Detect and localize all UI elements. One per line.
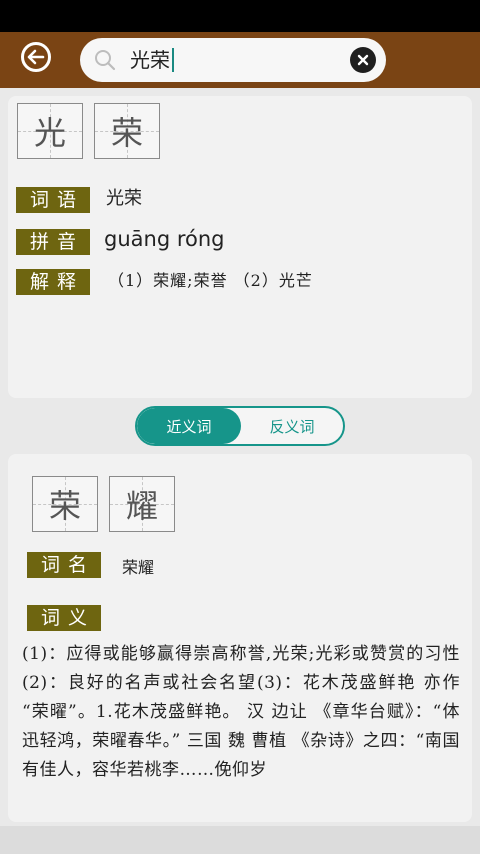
character: 荣	[110, 114, 143, 152]
character-box: 荣	[32, 476, 98, 532]
tab-antonym[interactable]: 反义词	[241, 408, 343, 444]
character-box: 光	[17, 103, 83, 159]
character-box: 荣	[94, 103, 160, 159]
status-bar	[0, 0, 480, 32]
back-button[interactable]	[21, 42, 51, 72]
character: 光	[33, 114, 66, 152]
ciyu-value: 光荣	[106, 188, 142, 209]
pinyin-label: 拼音	[16, 229, 90, 255]
character-box: 耀	[109, 476, 175, 532]
word-card: 光 荣 词语 光荣 拼音 guāng róng 解释 （1）荣耀;荣誉 （2）光…	[8, 96, 472, 398]
arrow-left-icon	[27, 49, 45, 65]
meaning-text: (1)：应得或能够赢得崇高称誉,光荣;光彩或赞赏的习性(2)：良好的名声或社会名…	[22, 644, 460, 780]
character: 荣	[48, 487, 81, 525]
character: 耀	[125, 487, 158, 525]
meaning-label: 词义	[27, 605, 101, 631]
clear-button[interactable]	[350, 47, 376, 73]
search-query[interactable]: 光荣	[130, 47, 174, 73]
jieshi-label: 解释	[16, 269, 90, 295]
search-input[interactable]: 光荣	[80, 38, 386, 82]
top-bar: 光荣	[0, 32, 480, 88]
close-icon	[357, 54, 369, 66]
bottom-bar	[0, 826, 480, 854]
synonym-antonym-toggle: 近义词 反义词	[135, 406, 345, 446]
search-query-text: 光荣	[130, 48, 170, 72]
tab-synonym[interactable]: 近义词	[137, 408, 241, 444]
name-value: 荣耀	[122, 558, 155, 577]
jieshi-value: （1）荣耀;荣誉 （2）光芒	[108, 271, 313, 290]
ciyu-label: 词语	[16, 187, 90, 213]
search-icon	[95, 50, 116, 71]
name-label: 词名	[27, 552, 101, 578]
text-caret	[172, 48, 174, 72]
pinyin-value: guāng róng	[104, 227, 225, 251]
